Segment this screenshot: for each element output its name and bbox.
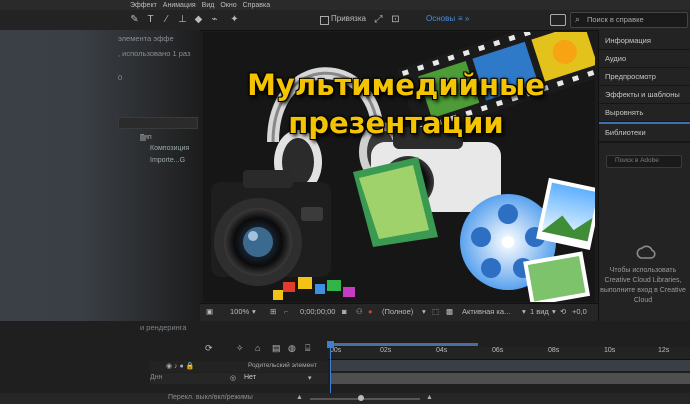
help-search-input[interactable]: ⌕ Поиск в справке: [570, 12, 688, 28]
viewer-controls-bar: ▣ 100% ▾ ⊞ ⌐ 0;00;00;00 ◙ ⚇ ● (Полное) ▾…: [200, 303, 598, 321]
exposure-value[interactable]: +0,0: [572, 307, 587, 316]
ruler-tick: 02s: [380, 347, 392, 354]
brush-tool-icon[interactable]: ⁄: [160, 13, 173, 26]
graph-editor-icon[interactable]: ⌸: [305, 343, 310, 354]
label-swatch: [140, 135, 146, 141]
snap-edges-icon[interactable]: ⊡: [389, 13, 402, 26]
text-tool-icon[interactable]: T: [144, 13, 157, 26]
draft-3d-icon[interactable]: ✧: [236, 343, 244, 354]
project-item-imported[interactable]: Importe...G: [150, 157, 185, 164]
workspace-tab[interactable]: Основы: [426, 14, 455, 23]
libraries-divider: [599, 142, 690, 143]
usage-text: , использовано 1 раз: [118, 49, 191, 58]
project-item-composition[interactable]: Композиция: [150, 145, 189, 152]
roto-brush-icon[interactable]: ⌁: [208, 13, 221, 26]
libraries-search-input[interactable]: Поиск в Adobe: [606, 155, 682, 168]
view-layout-select[interactable]: 1 вид: [530, 307, 549, 316]
render-queue-tab[interactable]: и рендеринга: [140, 323, 340, 335]
ruler-tick: 04s: [436, 347, 448, 354]
camera-chevron-icon[interactable]: ▾: [522, 307, 526, 316]
panel-align[interactable]: Выровнять: [599, 104, 690, 122]
panel-preview[interactable]: Предпросмотр: [599, 68, 690, 86]
snap-checkbox[interactable]: [320, 16, 329, 25]
stamp-tool-icon[interactable]: ⊥: [176, 13, 189, 26]
menu-animation[interactable]: Анимация: [163, 2, 196, 9]
switches-modes-toggle[interactable]: Перекл. выкл/вкл/режимы: [168, 394, 253, 401]
zoom-out-icon[interactable]: ▲: [296, 394, 303, 401]
reset-exposure-icon[interactable]: ⟲: [560, 307, 566, 316]
snapshot-icon[interactable]: ◙: [342, 307, 347, 316]
time-ruler[interactable]: 00s 02s 04s 06s 08s 10s 12s: [328, 347, 690, 360]
menu-bar: Эффект Анимация Вид Окно Справка: [0, 0, 690, 10]
headline-line-2: презентации: [288, 106, 504, 140]
resolution-chevron-icon[interactable]: ▾: [422, 307, 426, 316]
work-area-bar[interactable]: [330, 343, 478, 346]
parent-chevron-icon[interactable]: ▾: [308, 374, 312, 382]
panel-audio[interactable]: Аудио: [599, 50, 690, 68]
layer-label: Днн: [150, 374, 163, 381]
headline-overlay: Мультимедийные презентации: [200, 66, 592, 142]
menu-help[interactable]: Справка: [243, 2, 270, 9]
menu-window[interactable]: Окно: [220, 2, 236, 9]
headline-line-1: Мультимедийные: [247, 68, 545, 102]
zoom-slider-knob[interactable]: [358, 395, 364, 401]
shy-layers-icon[interactable]: ⌂: [255, 343, 260, 353]
camera-view-select[interactable]: Активная ка...: [462, 307, 510, 316]
panel-info[interactable]: Информация: [599, 32, 690, 50]
current-time-display[interactable]: 0;00;00;00: [300, 307, 335, 316]
sync-settings-icon[interactable]: [550, 14, 566, 26]
search-icon: ⌕: [575, 14, 581, 24]
motion-blur-icon[interactable]: ◍: [288, 343, 296, 354]
workspace-menu-icon[interactable]: ≡ »: [458, 14, 469, 23]
zoom-in-icon[interactable]: ▲: [426, 394, 433, 401]
views-chevron-icon[interactable]: ▾: [552, 307, 556, 316]
eraser-tool-icon[interactable]: ◆: [192, 13, 205, 26]
track-background: [330, 360, 690, 371]
grid-guides-icon[interactable]: ⊞: [270, 307, 276, 316]
ruler-tick: 10s: [604, 347, 616, 354]
magnification-chevron-icon[interactable]: ▾: [252, 307, 256, 316]
region-of-interest-icon[interactable]: ⬚: [432, 307, 439, 316]
parent-column-header[interactable]: Родительский элемент: [248, 362, 317, 369]
timeline-zoom-slider[interactable]: [310, 398, 420, 400]
toolbar: ✎ T ⁄ ⊥ ◆ ⌁ ✦ Привязка ⤢ ⊡ Основы ≡ » ⌕ …: [0, 10, 690, 31]
project-search-input[interactable]: [118, 117, 198, 129]
layer-row[interactable]: Днн ◎ Нет ▾: [150, 373, 328, 384]
transparency-grid-icon[interactable]: ▩: [446, 307, 453, 316]
frame-blending-icon[interactable]: ▤: [272, 343, 281, 354]
ruler-tick: 12s: [658, 347, 670, 354]
menu-view[interactable]: Вид: [202, 2, 215, 9]
audio-video-icons: ◉ ♪ ● 🔒: [166, 363, 195, 370]
channel-icon[interactable]: ●: [368, 307, 373, 316]
ruler-tick: 00s: [330, 347, 342, 354]
pen-tool-icon[interactable]: ✎: [128, 13, 141, 26]
magnification-select[interactable]: 100%: [230, 307, 249, 316]
mask-visibility-icon[interactable]: ⌐: [284, 307, 288, 316]
always-preview-icon[interactable]: ▣: [206, 307, 213, 316]
ruler-tick: 06s: [492, 347, 504, 354]
creative-cloud-icon: [636, 245, 656, 259]
count-text: 0: [118, 73, 123, 82]
snap-label: Привязка: [331, 14, 366, 23]
menu-effect[interactable]: Эффект: [130, 2, 157, 9]
panel-libraries[interactable]: Библиотеки: [599, 122, 690, 142]
composition-mini-flowchart-icon[interactable]: ⟳: [205, 343, 213, 354]
resolution-select[interactable]: (Полное): [382, 307, 413, 316]
pickwhip-icon[interactable]: ◎: [230, 374, 236, 382]
layer-duration-bar[interactable]: [330, 373, 690, 384]
effect-controls-label: элемента эффе: [118, 34, 174, 43]
layer-header-row: ◉ ♪ ● 🔒 Родительский элемент: [150, 361, 328, 372]
show-snapshot-icon[interactable]: ⚇: [356, 307, 363, 316]
snap-options-icon[interactable]: ⤢: [372, 13, 385, 26]
libraries-signin-text: Чтобы использовать Creative Cloud Librar…: [600, 267, 686, 304]
project-panel: [0, 30, 200, 330]
parent-select[interactable]: Нет: [244, 374, 256, 381]
panel-effects-presets[interactable]: Эффекты и шаблоны: [599, 86, 690, 104]
puppet-pin-icon[interactable]: ✦: [228, 13, 241, 26]
ruler-tick: 08s: [548, 347, 560, 354]
